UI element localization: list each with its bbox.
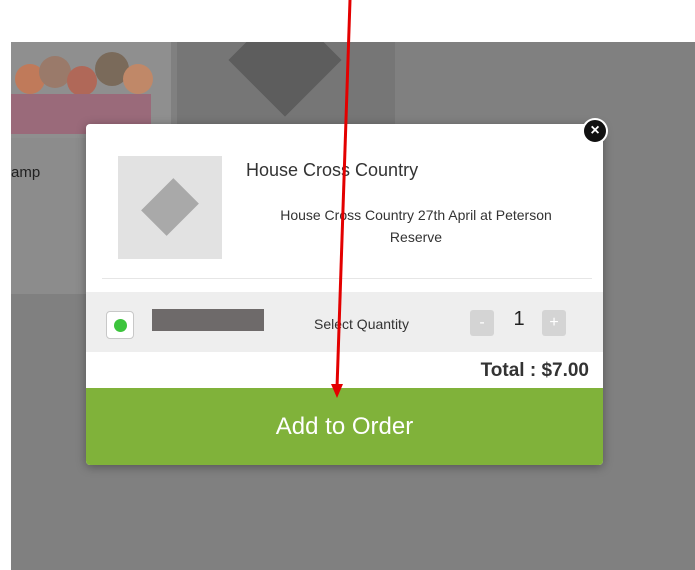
- annotation-arrow-icon: [331, 0, 352, 398]
